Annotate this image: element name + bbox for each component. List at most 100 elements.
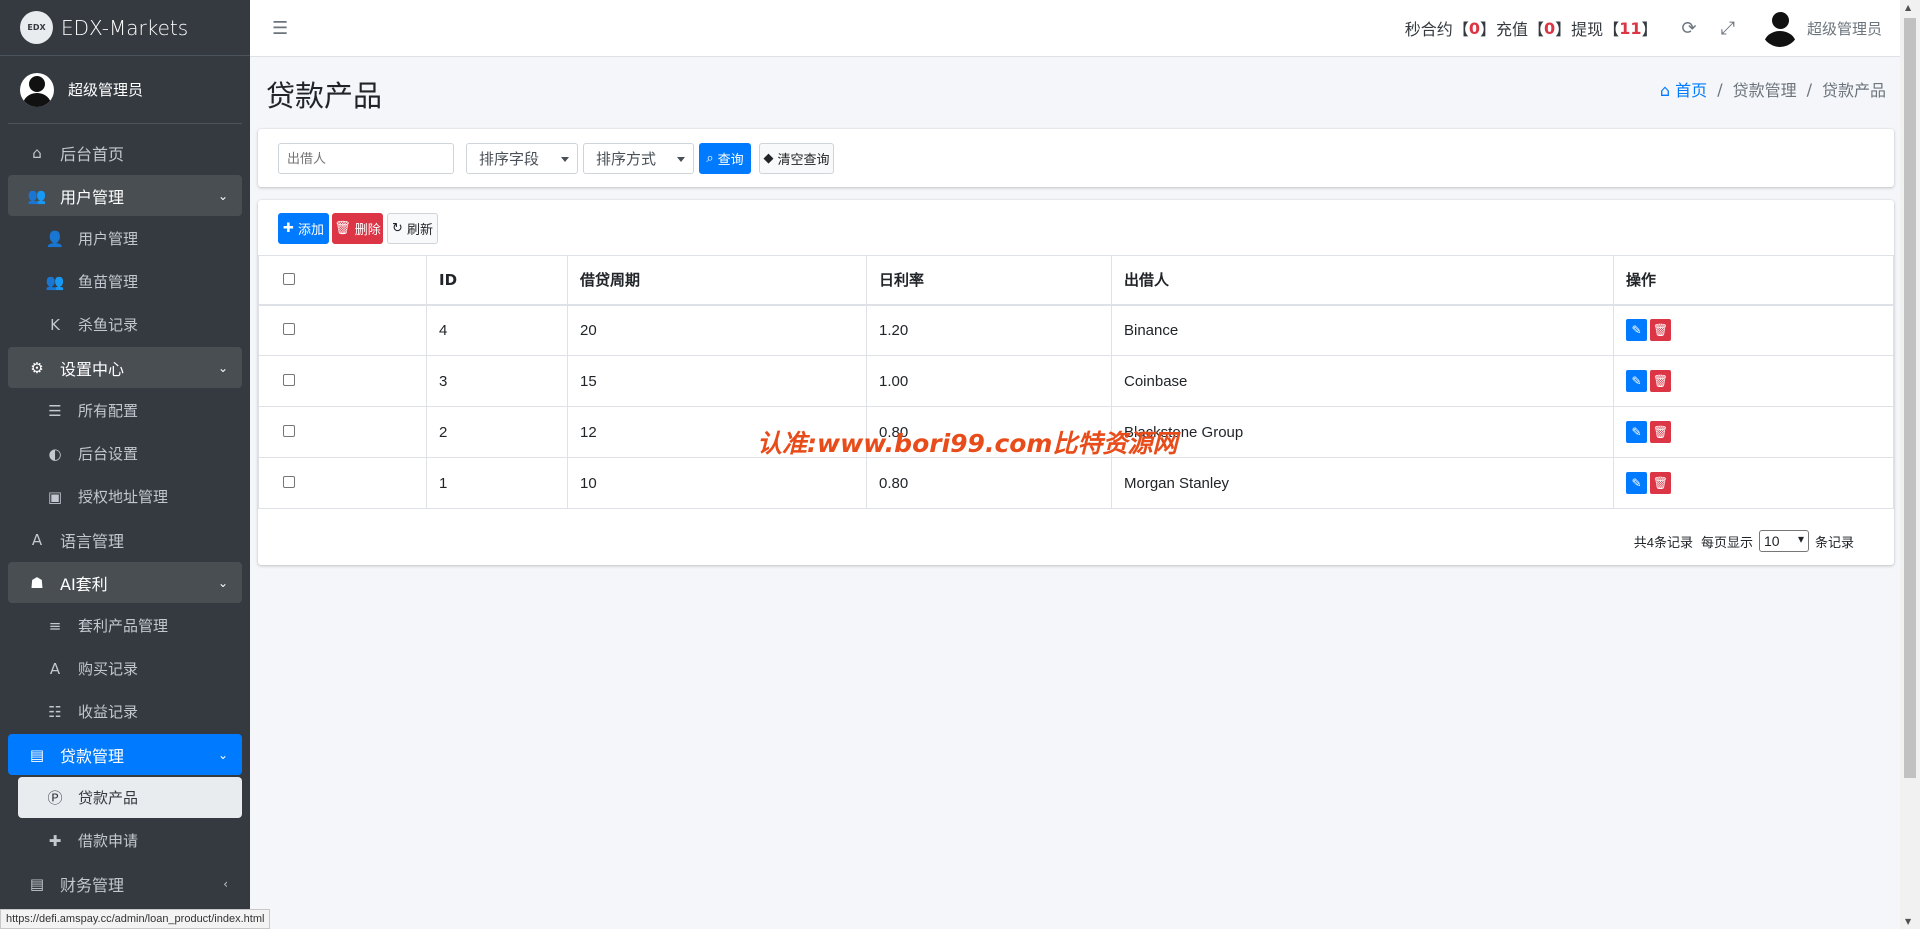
edit-icon[interactable]: ✎ [1626, 472, 1647, 494]
avatar [20, 72, 54, 107]
redo-icon: ↻ [392, 221, 403, 236]
refresh-icon[interactable]: ⟳ [1681, 18, 1696, 39]
plus-icon: ✚ [283, 221, 294, 236]
clear-query-button[interactable]: ◆ 清空查询 [759, 143, 834, 174]
sidebar-item-12[interactable]: A 购买记录 [8, 648, 242, 689]
cell-period: 15 [567, 355, 867, 407]
stat-withdraw-label[interactable]: 提现 [1571, 16, 1603, 40]
trash-icon[interactable]: 🗑 [1650, 472, 1671, 494]
sidebar-item-7[interactable]: ◐ 后台设置 [8, 433, 242, 474]
breadcrumb-item[interactable]: 贷款管理 [1733, 77, 1797, 101]
menu-toggle-icon[interactable]: ☰ [272, 18, 288, 39]
sidebar-item-15[interactable]: Ⓟ 贷款产品 [18, 777, 242, 818]
select-all-checkbox[interactable] [283, 272, 295, 285]
android-icon: ☗ [30, 573, 44, 592]
trash-icon[interactable]: 🗑 [1650, 319, 1671, 342]
row-select-cell[interactable] [258, 457, 427, 509]
row-select-cell[interactable] [258, 355, 427, 407]
sidebar-item-14[interactable]: ▤ 贷款管理 ⌄ [8, 734, 242, 775]
refresh-button[interactable]: ↻ 刷新 [387, 213, 438, 244]
page-scrollbar[interactable]: ▲ ▼ [1900, 0, 1920, 929]
sidebar-item-5[interactable]: ⚙ 设置中心 ⌄ [8, 347, 242, 388]
trash-icon[interactable]: 🗑 [1650, 421, 1671, 443]
sidebar-item-13[interactable]: ☷ 收益记录 [8, 691, 242, 732]
row-checkbox[interactable] [283, 424, 295, 437]
sidebar-item-2[interactable]: 👤 用户管理 [8, 218, 242, 259]
add-button[interactable]: ✚ 添加 [278, 213, 329, 244]
row-checkbox[interactable] [283, 475, 295, 488]
column-header-id[interactable]: ID [426, 255, 568, 306]
sidebar-item-10[interactable]: ☗ AI套利 ⌄ [8, 562, 242, 603]
sidebar-item-label: 用户管理 [78, 230, 139, 248]
column-header-rate[interactable]: 日利率 [866, 255, 1112, 306]
cell-id: 4 [426, 304, 568, 356]
address-book-icon: ▣ [47, 487, 63, 506]
sidebar-item-17[interactable]: ▤ 财务管理 ‹ [8, 863, 242, 904]
k-icon: K [50, 315, 60, 334]
select-all-header[interactable] [258, 255, 427, 306]
lender-search-input[interactable] [278, 143, 454, 174]
records-unit: 条记录 [1814, 534, 1854, 550]
row-select-cell[interactable] [258, 406, 427, 458]
adjust-icon: ◐ [48, 444, 62, 463]
stat-recharge-value: 0 [1544, 18, 1556, 38]
sort-order-select[interactable]: 排序方式 [583, 143, 694, 174]
brand[interactable]: EDX EDX-Markets [0, 0, 250, 56]
breadcrumb-home[interactable]: ⌂ 首页 [1660, 77, 1707, 101]
table-row[interactable]: 3 15 1.00 Coinbase ✎ 🗑 [258, 355, 1894, 407]
fullscreen-icon[interactable]: ⤢ [1721, 18, 1735, 39]
bars-icon: ≡ [48, 616, 62, 635]
sort-field-select[interactable]: 排序字段 [466, 143, 578, 174]
cell-actions: ✎ 🗑 [1613, 406, 1894, 458]
per-page-label: 每页显示 [1700, 534, 1753, 550]
row-checkbox[interactable] [283, 322, 295, 335]
user-panel[interactable]: 超级管理员 [8, 56, 242, 124]
scroll-up-icon[interactable]: ▲ [1905, 3, 1911, 12]
list-icon: ☰ [48, 401, 62, 420]
sidebar-item-label: 贷款管理 [60, 746, 125, 766]
table-row[interactable]: 4 20 1.20 Binance ✎ 🗑 [258, 304, 1894, 356]
cell-id: 2 [426, 406, 568, 458]
delete-button[interactable]: 🗑 删除 [332, 213, 383, 244]
scroll-down-icon[interactable]: ▼ [1905, 917, 1911, 926]
column-header-lender[interactable]: 出借人 [1111, 255, 1614, 306]
header-avatar[interactable] [1760, 9, 1799, 47]
sidebar-item-label: 后台首页 [60, 144, 125, 164]
edit-icon[interactable]: ✎ [1626, 421, 1647, 443]
pagination-info: 共4条记录 每页显示 10 条记录 [1634, 530, 1854, 552]
chevron-down-icon: ⌄ [217, 747, 228, 762]
stat-withdraw-value: 11 [1619, 18, 1642, 38]
table-row[interactable]: 1 10 0.80 Morgan Stanley ✎ 🗑 [258, 457, 1894, 509]
money-icon: ▤ [29, 745, 45, 764]
sidebar-item-label: 购买记录 [78, 660, 139, 678]
row-checkbox[interactable] [283, 373, 295, 386]
search-icon: ⌕ [706, 151, 714, 166]
sidebar-item-9[interactable]: A 语言管理 [8, 519, 242, 560]
breadcrumb-current: 贷款产品 [1821, 81, 1886, 100]
sidebar-item-4[interactable]: K 杀鱼记录 [8, 304, 242, 345]
scroll-thumb[interactable] [1904, 18, 1916, 778]
edit-icon[interactable]: ✎ [1626, 370, 1647, 392]
cell-lender: Coinbase [1111, 355, 1614, 407]
page-size-select[interactable]: 10 [1758, 530, 1809, 552]
sidebar-item-1[interactable]: 👥 用户管理 ⌄ [8, 175, 242, 216]
sidebar-item-label: AI套利 [60, 574, 108, 594]
sidebar-item-3[interactable]: 👥 鱼苗管理 [8, 261, 242, 302]
sidebar-item-6[interactable]: ☰ 所有配置 [8, 390, 242, 431]
trash-icon[interactable]: 🗑 [1650, 370, 1671, 392]
stat-recharge-label[interactable]: 充值 [1496, 16, 1528, 40]
cell-actions: ✎ 🗑 [1613, 304, 1894, 356]
column-header-period[interactable]: 借贷周期 [567, 255, 867, 306]
header-user-name[interactable]: 超级管理员 [1807, 18, 1882, 39]
sidebar-item-11[interactable]: ≡ 套利产品管理 [8, 605, 242, 646]
query-button[interactable]: ⌕ 查询 [699, 143, 751, 174]
sidebar-item-16[interactable]: ✚ 借款申请 [8, 820, 242, 861]
stat-contract-label[interactable]: 秒合约 [1405, 16, 1453, 40]
users-icon: 👥 [27, 186, 47, 205]
edit-icon[interactable]: ✎ [1626, 319, 1647, 342]
cell-id: 1 [426, 457, 568, 509]
row-select-cell[interactable] [258, 304, 427, 356]
sidebar-item-0[interactable]: ⌂ 后台首页 [8, 132, 242, 173]
sidebar-item-8[interactable]: ▣ 授权地址管理 [8, 476, 242, 517]
cogs-icon: ⚙ [30, 358, 44, 377]
